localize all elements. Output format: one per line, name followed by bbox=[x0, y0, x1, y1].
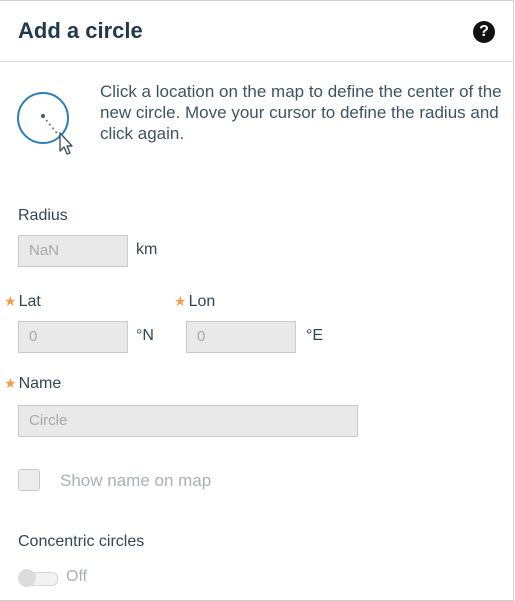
lon-input[interactable]: 0 bbox=[186, 321, 296, 353]
show-name-label: Show name on map bbox=[60, 471, 212, 490]
panel-header: Add a circle ? bbox=[0, 1, 513, 62]
name-input[interactable]: Circle bbox=[18, 405, 358, 437]
radius-unit: km bbox=[136, 241, 158, 258]
lon-label-text: Lon bbox=[188, 293, 216, 310]
lat-unit: °N bbox=[136, 327, 154, 344]
question-circle-icon[interactable]: ? bbox=[473, 21, 495, 43]
concentric-circles-label: Concentric circles bbox=[18, 533, 145, 550]
required-star-icon: ★ bbox=[174, 293, 187, 309]
lat-label: ★ Lat bbox=[4, 293, 41, 311]
required-star-icon: ★ bbox=[4, 293, 17, 309]
lat-label-text: Lat bbox=[18, 293, 41, 310]
concentric-circles-toggle[interactable] bbox=[18, 569, 58, 587]
show-name-checkbox[interactable] bbox=[18, 469, 40, 491]
add-circle-panel: Add a circle ? Click a location on the m… bbox=[0, 0, 514, 601]
instructions-text: Click a location on the map to define th… bbox=[100, 82, 502, 143]
name-label-text: Name bbox=[18, 375, 62, 392]
name-label: ★ Name bbox=[4, 375, 61, 393]
required-star-icon: ★ bbox=[4, 375, 17, 391]
toggle-knob bbox=[18, 569, 36, 587]
lat-input[interactable]: 0 bbox=[18, 321, 128, 353]
radius-label: Radius bbox=[18, 207, 68, 224]
toggle-state-label: Off bbox=[66, 568, 88, 585]
circle-tool-icon bbox=[17, 92, 73, 155]
lon-unit: °E bbox=[306, 327, 324, 344]
lon-label: ★ Lon bbox=[174, 293, 215, 311]
intro-section: Click a location on the map to define th… bbox=[16, 81, 506, 171]
radius-input[interactable]: NaN bbox=[18, 235, 128, 267]
panel-title: Add a circle bbox=[18, 18, 143, 43]
